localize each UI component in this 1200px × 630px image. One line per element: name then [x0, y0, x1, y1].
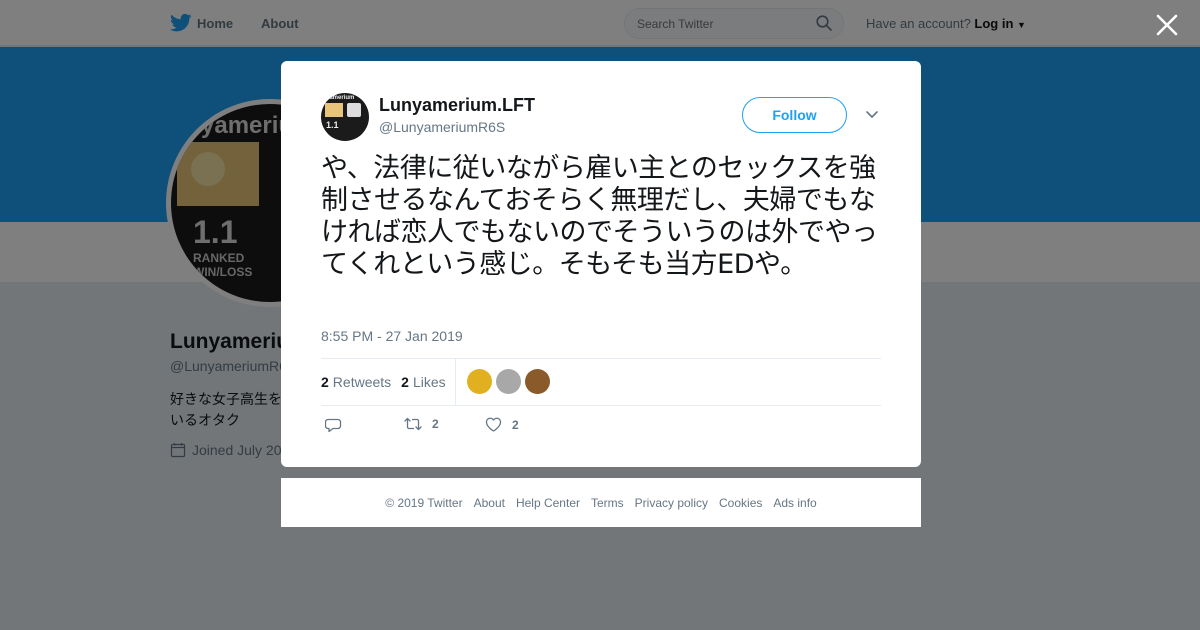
liker-avatar[interactable] — [467, 369, 492, 394]
tweet-modal: yamerium 1.1 Lunyamerium.LFT @Lunyameriu… — [281, 61, 921, 467]
follow-button[interactable]: Follow — [742, 97, 847, 133]
footer-link-terms[interactable]: Terms — [591, 496, 624, 510]
reply-button[interactable] — [325, 417, 352, 433]
stats-separator — [455, 359, 456, 405]
liker-avatar[interactable] — [496, 369, 521, 394]
author-avatar-rating: 1.1 — [326, 120, 339, 130]
footer-link-about[interactable]: About — [474, 496, 505, 510]
modal-footer: © 2019 Twitter About Help Center Terms P… — [281, 478, 921, 527]
divider — [321, 405, 881, 406]
chevron-down-icon[interactable] — [865, 110, 879, 120]
liker-avatars — [467, 369, 550, 394]
tweet-actions: 2 2 — [321, 417, 621, 437]
like-action-count: 2 — [512, 417, 519, 432]
likes-count: 2 — [401, 374, 409, 390]
tweet-stats: 2 Retweets 2 Likes — [321, 359, 456, 405]
likes-label: Likes — [412, 374, 446, 390]
reply-icon — [325, 418, 342, 433]
author-handle[interactable]: @LunyameriumR6S — [379, 119, 505, 135]
footer-link-ads-info[interactable]: Ads info — [773, 496, 816, 510]
retweet-action-count: 2 — [432, 417, 439, 431]
likes-stat[interactable]: 2 Likes — [401, 374, 445, 390]
liker-avatar[interactable] — [525, 369, 550, 394]
author-avatar-art — [325, 103, 343, 117]
author-avatar[interactable]: yamerium 1.1 — [321, 93, 369, 141]
author-name[interactable]: Lunyamerium.LFT — [379, 95, 535, 116]
heart-icon — [485, 417, 502, 432]
tweet-text: や、法律に従いながら雇い主とのセックスを強制させるなんておそらく無理だし、夫婦で… — [321, 153, 878, 280]
retweets-label: Retweets — [332, 374, 392, 390]
footer-link-cookies[interactable]: Cookies — [719, 496, 762, 510]
footer-link-help-center[interactable]: Help Center — [516, 496, 580, 510]
like-button[interactable]: 2 — [485, 417, 519, 432]
close-icon[interactable] — [1154, 12, 1180, 38]
retweets-stat[interactable]: 2 Retweets — [321, 374, 391, 390]
footer-copyright: © 2019 Twitter — [385, 495, 463, 510]
author-avatar-header: yamerium — [326, 95, 355, 101]
retweet-button[interactable]: 2 — [404, 417, 439, 431]
retweets-count: 2 — [321, 374, 329, 390]
retweet-icon — [404, 417, 422, 431]
author-avatar-badge — [347, 103, 361, 117]
tweet-timestamp[interactable]: 8:55 PM - 27 Jan 2019 — [321, 328, 463, 344]
footer-link-privacy-policy[interactable]: Privacy policy — [635, 496, 708, 510]
